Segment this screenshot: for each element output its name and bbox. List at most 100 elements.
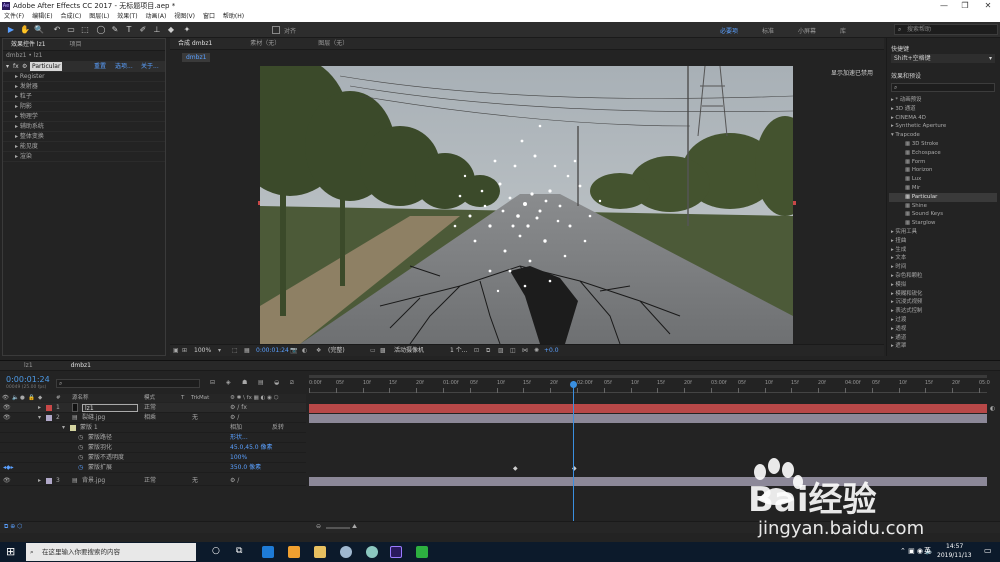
effect-group-particle[interactable]: ▸ 粒子 [3, 92, 165, 102]
trkmat-header[interactable]: TrkMat [191, 394, 209, 402]
lock-icon[interactable]: 🔒 [28, 394, 35, 402]
zoom-in-icon[interactable]: ⛰ [352, 523, 357, 531]
effects-tree-item[interactable]: ▸ CINEMA 4D [889, 114, 997, 123]
fx-icon[interactable]: fx [13, 61, 19, 72]
shy-layers-icon[interactable]: ☗ [242, 379, 247, 386]
wechat-icon[interactable] [416, 546, 428, 558]
pixel-aspect-icon[interactable]: ▨ [498, 345, 504, 357]
rotate-tool-icon[interactable]: ↶ [52, 25, 62, 35]
layer-trkmat-select[interactable]: 无 [192, 476, 198, 486]
menu-effect[interactable]: 效果(T) [117, 12, 137, 22]
draft-3d-icon[interactable]: ◈ [226, 379, 231, 386]
workspace-essentials[interactable]: 必要项 [720, 26, 738, 35]
app-icon[interactable] [288, 546, 300, 558]
mask-invert-checkbox[interactable]: 反转 [272, 423, 284, 433]
shortcut-select[interactable]: Shift+空格键 ▾ [891, 54, 995, 63]
grid-guides-icon[interactable]: ⊞ [182, 345, 187, 357]
layout-icon[interactable]: ⊡ [474, 345, 479, 357]
zoom-tool-icon[interactable]: 🔍 [34, 25, 44, 35]
timeline-zoom-slider[interactable] [326, 527, 350, 529]
effects-tree-item[interactable]: ▸ 生成 [889, 246, 997, 255]
fast-preview-icon[interactable]: ▭ [370, 345, 376, 357]
effects-tree-item[interactable]: ▸ 时间 [889, 263, 997, 272]
toggle-switches-icon[interactable]: ⧉ ⊕ ⬡ [4, 523, 22, 531]
help-search-input[interactable]: ⌕ 搜索帮助 [894, 24, 998, 35]
layer-switches-icon[interactable]: ⚙ / [230, 413, 239, 423]
pen-tool-icon[interactable]: ✎ [110, 25, 120, 35]
label-color-swatch[interactable] [46, 405, 52, 411]
file-explorer-icon[interactable] [314, 546, 326, 558]
views-select[interactable]: 1 个... [450, 345, 467, 357]
motion-blur-switch-icon[interactable]: ◒ [274, 379, 279, 386]
dropdown-arrow-icon[interactable]: ▾ [218, 345, 221, 357]
workspace-standard[interactable]: 标准 [762, 26, 774, 35]
tab-timeline-lz1[interactable]: lz1 [24, 361, 33, 371]
effects-tree-item[interactable]: ▸ * 动画预设 [889, 96, 997, 105]
playhead-handle[interactable] [570, 381, 577, 388]
toggle-transparency-icon[interactable]: ▩ [380, 345, 386, 357]
t-header[interactable]: T [181, 394, 184, 402]
mask-mode-select[interactable]: 相加 [230, 423, 242, 433]
ime-indicator[interactable]: 英 [924, 546, 931, 556]
workspace-library[interactable]: 库 [840, 26, 846, 35]
composition-viewer[interactable] [260, 66, 793, 344]
mode-header[interactable]: 模式 [144, 394, 155, 402]
workspace-small-screen[interactable]: 小屏幕 [798, 26, 816, 35]
effects-tree-item[interactable]: ▸ 扭曲 [889, 237, 997, 246]
keyframe-nav-icon[interactable]: ◂◆▸ [3, 463, 14, 473]
layer-row-3[interactable]: 👁 ▸ 3 ▤ 背景.jpg 正常 无 ⚙ / [0, 476, 306, 486]
always-preview-icon[interactable]: ▣ [173, 345, 179, 357]
tab-footage[interactable]: 素材（无） [250, 38, 280, 50]
prop-value[interactable]: 形状... [230, 433, 248, 443]
color-icon[interactable]: ❖ [316, 345, 321, 357]
maximize-button[interactable]: ❐ [955, 0, 975, 12]
shortcut-tab-label[interactable]: 快捷键 [891, 44, 909, 53]
effect-group-global-transform[interactable]: ▸ 整体变换 [3, 132, 165, 142]
effect-group-shadow[interactable]: ▸ 阴影 [3, 102, 165, 112]
prop-value[interactable]: 45.0,45.0 像素 [230, 443, 273, 453]
effect-group-emitter[interactable]: ▸ 发射器 [3, 82, 165, 92]
comp-breadcrumb-tag[interactable]: dmbz1 [182, 53, 211, 62]
mask-prop-expansion[interactable]: ◂◆▸ ◷ 蒙版扩展 350.0 像素 [0, 463, 306, 473]
effect-header-particular[interactable]: ▾ fx ⚙ Particular 重置 选项... 关于... [3, 61, 165, 72]
tab-layer[interactable]: 图层（无） [318, 38, 348, 50]
cortana-icon[interactable]: ○ [212, 546, 220, 556]
snapshot-icon[interactable]: 📷 [290, 345, 297, 357]
align-checkbox[interactable] [272, 26, 280, 34]
effect-group-physics[interactable]: ▸ 物理学 [3, 112, 165, 122]
effects-tree-item[interactable]: ▦ Particular [889, 192, 997, 202]
effect-about-link[interactable]: 关于... [141, 61, 159, 72]
effects-tree-item[interactable]: ▸ 模糊和锐化 [889, 290, 997, 299]
puppet-tool-icon[interactable]: ✦ [182, 25, 192, 35]
twirl-arrow-icon[interactable]: ▾ [62, 423, 65, 433]
timeline-timecode[interactable]: 0:00:01:24 [6, 375, 50, 384]
effects-tree-item[interactable]: ▸ 过渡 [889, 316, 997, 325]
effect-options-link[interactable]: 选项... [115, 61, 133, 72]
app-icon[interactable] [366, 546, 378, 558]
layer-row-1[interactable]: 👁 ▸ 1 lz1 正常 ⚙ / fx [0, 403, 306, 413]
layer-name[interactable]: lz1 [82, 404, 138, 412]
clone-stamp-tool-icon[interactable]: ⊥ [152, 25, 162, 35]
label-color-swatch[interactable] [46, 415, 52, 421]
prop-value[interactable]: 350.0 像素 [230, 463, 261, 473]
stopwatch-icon[interactable]: ◷ [78, 453, 83, 463]
eye-icon[interactable]: 👁 [2, 394, 9, 402]
playhead-line[interactable] [573, 381, 574, 533]
eraser-tool-icon[interactable]: ◆ [166, 25, 176, 35]
layer-mode-select[interactable]: 正常 [144, 476, 156, 486]
layer-row-2[interactable]: 👁 ▾ 2 ▤ 裂缝.jpg 相乘 无 ⚙ / [0, 413, 306, 423]
mask-name[interactable]: 蒙版 1 [80, 423, 98, 433]
label-color-swatch[interactable] [46, 478, 52, 484]
effects-tree-item[interactable]: ▦ Echospace [889, 149, 997, 158]
taskbar-search-box[interactable]: ⌕ 在这里输入你要搜索的内容 [26, 543, 196, 561]
region-of-interest-icon[interactable]: ⬚ [232, 345, 238, 357]
stopwatch-icon[interactable]: ◷ [78, 443, 83, 453]
layer-switches-icon[interactable]: ⚙ / fx [230, 403, 247, 413]
menu-animation[interactable]: 动画(A) [146, 12, 167, 22]
visibility-eye-icon[interactable]: 👁 [3, 403, 11, 413]
notification-icon[interactable]: ▭ [984, 546, 992, 555]
effects-tree-item[interactable]: ▸ 遮罩 [889, 342, 997, 351]
mask-prop-path[interactable]: ◷ 蒙版路径 形状... [0, 433, 306, 443]
effects-presets-tab-label[interactable]: 效果和预设 [891, 71, 921, 80]
task-view-icon[interactable]: ⧉ [236, 546, 242, 556]
